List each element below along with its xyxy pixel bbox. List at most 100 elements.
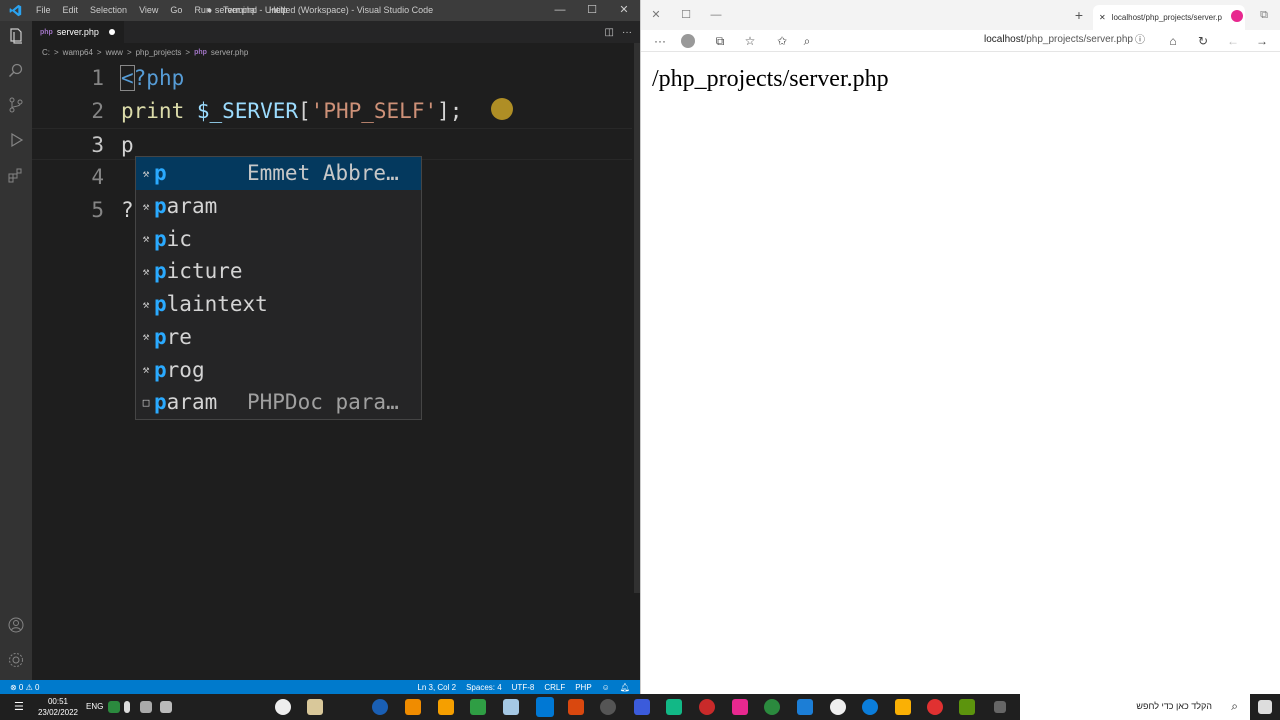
- app-icon[interactable]: [732, 699, 748, 715]
- line-endings[interactable]: CRLF: [544, 683, 565, 692]
- code-line[interactable]: 2 print $_SERVER['PHP_SELF'];: [32, 95, 632, 127]
- menu-view[interactable]: View: [133, 0, 164, 21]
- suggestion-item[interactable]: □ param PHPDoc para…: [136, 386, 421, 419]
- app-icon[interactable]: [503, 699, 519, 715]
- settings-more-icon[interactable]: ···: [651, 32, 669, 50]
- profile-avatar-icon[interactable]: [681, 34, 695, 48]
- new-tab-plus-icon[interactable]: +: [1069, 0, 1089, 30]
- suggestion-item[interactable]: ⚒ param: [136, 190, 421, 223]
- unsaved-dot-icon[interactable]: [108, 29, 115, 35]
- taskbar-clock[interactable]: 00:51 23/02/2022: [36, 696, 80, 718]
- app-icon[interactable]: [600, 699, 616, 715]
- add-favorite-icon[interactable]: ✩: [773, 32, 791, 50]
- suggestion-label: plaintext: [154, 292, 268, 316]
- run-debug-icon[interactable]: [7, 131, 25, 149]
- language-indicator[interactable]: ENG: [86, 702, 103, 711]
- site-info-icon[interactable]: ⓘ: [1131, 32, 1149, 50]
- extensions-icon[interactable]: [7, 166, 25, 184]
- feedback-icon[interactable]: ☺: [602, 683, 610, 692]
- encoding[interactable]: UTF-8: [512, 683, 535, 692]
- address-bar[interactable]: localhost/php_projects/server.php: [984, 34, 1133, 48]
- app-icon[interactable]: [830, 699, 846, 715]
- start-windows-icon[interactable]: [1258, 700, 1272, 714]
- favorites-icon[interactable]: ☆: [741, 32, 759, 50]
- indentation[interactable]: Spaces: 4: [466, 683, 502, 692]
- more-actions-icon[interactable]: ···: [622, 27, 632, 38]
- green-tray-icon[interactable]: [108, 701, 120, 713]
- suggestion-item[interactable]: ⚒ p Emmet Abbre…: [136, 157, 421, 190]
- language-mode[interactable]: PHP: [575, 683, 591, 692]
- app-icon[interactable]: [699, 699, 715, 715]
- suggestion-item[interactable]: ⚒ pre: [136, 321, 421, 354]
- app-icon[interactable]: [959, 699, 975, 715]
- app-icon[interactable]: [666, 699, 682, 715]
- code-line[interactable]: 1 <?php: [32, 62, 632, 94]
- tab-server-php[interactable]: php server.php: [32, 21, 124, 43]
- browser-tab[interactable]: ✕ localhost/php_projects/server.p: [1093, 5, 1245, 30]
- suggestion-item[interactable]: ⚒ pic: [136, 222, 421, 255]
- edge-icon[interactable]: [764, 699, 780, 715]
- problems-indicator[interactable]: ⊗ 0 ⚠ 0: [0, 683, 39, 692]
- taskbar-search-box[interactable]: הקלד כאן כדי לחפש ⌕: [1020, 694, 1250, 720]
- open-bracket: [: [298, 99, 311, 123]
- explorer-icon[interactable]: [7, 27, 25, 45]
- home-icon[interactable]: ⌂: [1164, 32, 1182, 50]
- suggestion-item[interactable]: ⚒ plaintext: [136, 288, 421, 321]
- vscode-taskbar-icon[interactable]: [536, 697, 554, 717]
- profile-badge-icon[interactable]: [1231, 10, 1243, 22]
- collections-icon[interactable]: ⧉: [711, 32, 729, 50]
- maximize-icon[interactable]: ☐: [576, 0, 608, 21]
- breadcrumb-item[interactable]: php_projects: [136, 48, 182, 57]
- split-editor-icon[interactable]: ◫: [605, 27, 614, 38]
- forward-icon[interactable]: ←: [1224, 32, 1242, 50]
- clock-app-icon[interactable]: [275, 699, 291, 715]
- breadcrumb-item[interactable]: server.php: [211, 48, 248, 57]
- menu-edit[interactable]: Edit: [57, 0, 85, 21]
- menu-selection[interactable]: Selection: [84, 0, 133, 21]
- app-icon[interactable]: [634, 699, 650, 715]
- zoom-icon[interactable]: ⌕: [798, 32, 816, 50]
- cursor-position[interactable]: Ln 3, Col 2: [417, 683, 456, 692]
- tab-actions-icon[interactable]: ⧉: [1249, 0, 1279, 30]
- edge-browser-icon[interactable]: [862, 699, 878, 715]
- settings-gear-icon[interactable]: [7, 651, 25, 669]
- wamp-icon[interactable]: [438, 699, 454, 715]
- close-window-icon[interactable]: ✕: [641, 0, 671, 30]
- globe-app-icon[interactable]: [372, 699, 388, 715]
- account-icon[interactable]: [7, 616, 25, 634]
- menu-file[interactable]: File: [30, 0, 57, 21]
- suggestion-item[interactable]: ⚒ picture: [136, 255, 421, 288]
- maximize-window-icon[interactable]: ☐: [671, 0, 701, 30]
- line-number: 1: [91, 66, 104, 90]
- suggestion-item[interactable]: ⚒ prog: [136, 353, 421, 386]
- search-icon[interactable]: [7, 62, 25, 80]
- app-icon[interactable]: [797, 699, 813, 715]
- notifications-bell-icon[interactable]: 🔔︎: [620, 683, 630, 692]
- file-app-icon[interactable]: [307, 699, 323, 715]
- microphone-icon[interactable]: [124, 701, 130, 713]
- menu-run[interactable]: Run: [188, 0, 217, 21]
- menu-go[interactable]: Go: [164, 0, 188, 21]
- app-icon[interactable]: [470, 699, 486, 715]
- notifications-icon[interactable]: ☰: [14, 700, 24, 713]
- breadcrumb-item[interactable]: www: [106, 48, 123, 57]
- refresh-icon[interactable]: ↻: [1194, 32, 1212, 50]
- minimize-icon[interactable]: —: [544, 0, 576, 21]
- tray-icon[interactable]: [140, 701, 152, 713]
- tray-icon[interactable]: [160, 701, 172, 713]
- breadcrumb-item[interactable]: C:: [42, 48, 50, 57]
- task-view-icon[interactable]: [994, 701, 1006, 713]
- vlc-icon[interactable]: [405, 699, 421, 715]
- file-explorer-icon[interactable]: [895, 699, 911, 715]
- tab-close-icon[interactable]: ✕: [1099, 13, 1106, 22]
- menu-terminal[interactable]: Terminal: [217, 0, 263, 21]
- close-icon[interactable]: ✕: [608, 0, 640, 21]
- breadcrumb-item[interactable]: wamp64: [63, 48, 93, 57]
- powerpoint-icon[interactable]: [568, 699, 584, 715]
- breadcrumb-sep: >: [54, 47, 59, 57]
- source-control-icon[interactable]: [7, 96, 25, 114]
- minimize-window-icon[interactable]: —: [701, 0, 731, 30]
- chrome-icon[interactable]: [927, 699, 943, 715]
- back-icon[interactable]: →: [1253, 32, 1271, 50]
- menu-help[interactable]: Help: [263, 0, 294, 21]
